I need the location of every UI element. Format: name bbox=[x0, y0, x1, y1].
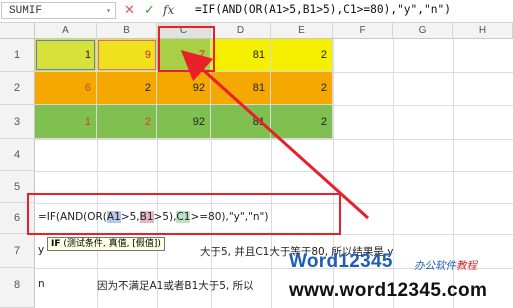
cell-e3[interactable]: 2 bbox=[271, 105, 333, 139]
confirm-icon[interactable]: ✓ bbox=[144, 3, 155, 19]
c1-red-highlight bbox=[158, 26, 215, 72]
function-tooltip: IF (测试条件, 真值, [假值]) bbox=[47, 237, 165, 251]
row-header-7[interactable]: 7 bbox=[0, 234, 35, 268]
row-header-8[interactable]: 8 bbox=[0, 268, 35, 308]
watermark-word: Word12345 bbox=[289, 251, 393, 272]
watermark-url: www.word12345.com bbox=[289, 280, 488, 301]
watermark-logo: Word12345 办公软件教程 www.word12345.com bbox=[289, 250, 513, 308]
row-header-1[interactable]: 1 bbox=[0, 39, 35, 72]
cell-a7-text: y bbox=[38, 244, 45, 256]
cell-c2[interactable]: 92 bbox=[157, 72, 211, 105]
cell-a3[interactable]: 1 bbox=[35, 105, 97, 139]
row-header-2[interactable]: 2 bbox=[0, 72, 35, 105]
cell-d1[interactable]: 81 bbox=[211, 39, 271, 72]
cancel-icon[interactable]: ✕ bbox=[124, 3, 135, 19]
select-all-corner[interactable] bbox=[0, 23, 35, 39]
cell-b3[interactable]: 2 bbox=[97, 105, 157, 139]
ref-a1-highlight bbox=[36, 40, 95, 70]
insert-function-icon[interactable]: fx bbox=[163, 3, 174, 17]
formula-bar: SUMIF ▾ ✕ ✓ fx =IF(AND(OR(A1>5,B1>5),C1>… bbox=[0, 0, 513, 23]
cell-b2[interactable]: 2 bbox=[97, 72, 157, 105]
cell-a8-text: n bbox=[38, 278, 45, 290]
watermark-subtitle: 办公软件教程 bbox=[414, 258, 477, 273]
watermark-sub-blue: 办公软件 bbox=[414, 260, 456, 272]
column-header-h[interactable]: H bbox=[453, 23, 513, 39]
column-header-g[interactable]: G bbox=[393, 23, 453, 39]
tooltip-args: (测试条件, 真值, [假值]) bbox=[63, 239, 161, 249]
row6-red-highlight bbox=[27, 193, 341, 235]
cell-e2[interactable]: 2 bbox=[271, 72, 333, 105]
row-header-4[interactable]: 4 bbox=[0, 139, 35, 171]
column-header-f[interactable]: F bbox=[333, 23, 393, 39]
cell-e1[interactable]: 2 bbox=[271, 39, 333, 72]
watermark-sub-red: 教程 bbox=[456, 260, 477, 272]
name-box[interactable]: SUMIF ▾ bbox=[1, 2, 116, 19]
cell-a2[interactable]: 6 bbox=[35, 72, 97, 105]
ref-b1-highlight bbox=[98, 40, 156, 70]
formula-input[interactable]: =IF(AND(OR(A1>5,B1>5),C1>=80),"y","n") bbox=[195, 3, 451, 16]
column-header-e[interactable]: E bbox=[271, 23, 333, 39]
column-header-d[interactable]: D bbox=[211, 23, 271, 39]
cell-c3[interactable]: 92 bbox=[157, 105, 211, 139]
chevron-down-icon[interactable]: ▾ bbox=[106, 3, 111, 20]
column-header-b[interactable]: B bbox=[97, 23, 157, 39]
cell-d3[interactable]: 81 bbox=[211, 105, 271, 139]
column-header-a[interactable]: A bbox=[35, 23, 97, 39]
name-box-value: SUMIF bbox=[9, 5, 43, 17]
row-header-3[interactable]: 3 bbox=[0, 105, 35, 139]
tooltip-function-name[interactable]: IF bbox=[51, 239, 61, 249]
cell-b8-text: 因为不满足A1或者B1大于5, 所以 bbox=[97, 280, 254, 292]
cell-d2[interactable]: 81 bbox=[211, 72, 271, 105]
